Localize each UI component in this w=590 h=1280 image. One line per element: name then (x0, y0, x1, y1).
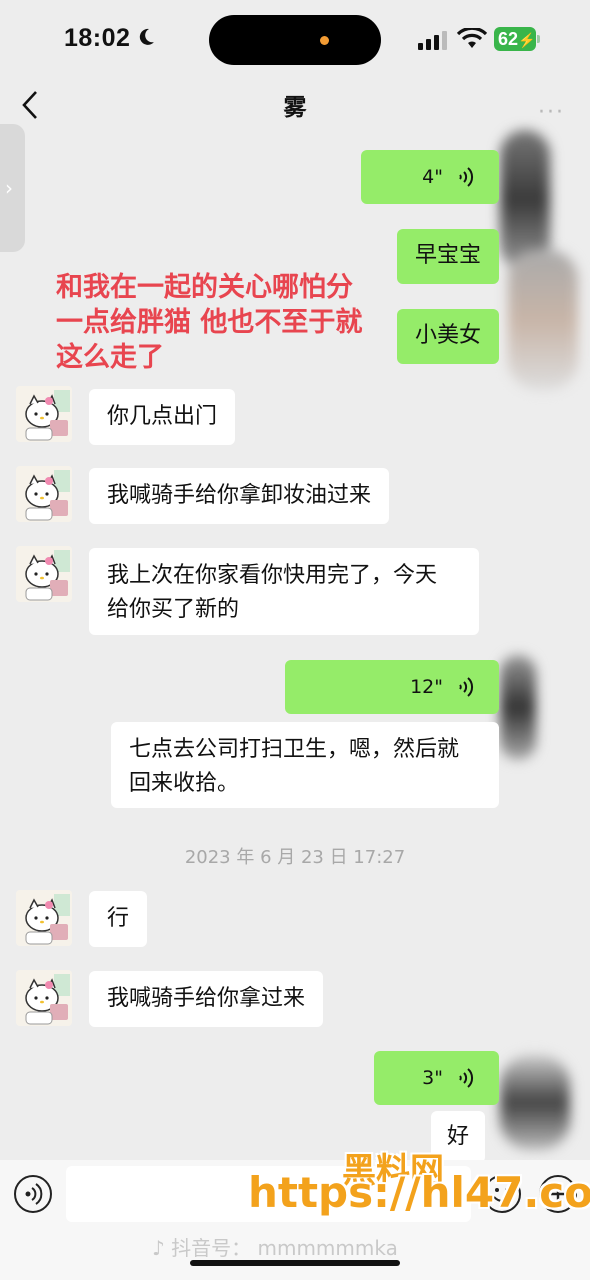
dynamic-island (209, 15, 381, 65)
voice-wave-icon (459, 1068, 474, 1088)
voice-wave-icon (459, 677, 474, 697)
blurred-avatar (500, 655, 536, 760)
hello-kitty-avatar-icon (16, 970, 72, 1026)
charging-bolt-icon: ⚡ (518, 32, 536, 48)
status-time: 18:02 (64, 24, 131, 52)
chevron-right-icon: › (5, 176, 13, 200)
contact-avatar[interactable] (16, 546, 72, 602)
hello-kitty-avatar-icon (16, 546, 72, 602)
message-line: 我上次在你家看你快用完了，今天 (107, 563, 438, 588)
contact-avatar[interactable] (16, 386, 72, 442)
contact-avatar[interactable] (16, 970, 72, 1026)
message-bubble-received[interactable]: 行 (89, 891, 148, 947)
voice-wave-icon (459, 167, 474, 187)
voice-wave-icon (25, 1183, 43, 1205)
side-drawer-handle[interactable]: › (0, 124, 25, 252)
hello-kitty-avatar-icon (16, 386, 72, 442)
home-indicator (190, 1260, 400, 1266)
tiktok-icon: ♪ (152, 1236, 172, 1260)
transcript-line: 回来收拾。 (129, 771, 240, 796)
overlay-caption: 和我在一起的关心哪怕分 一点给胖猫 他也不至于就 这么走了 (56, 270, 406, 375)
message-bubble-received[interactable]: 我喊骑手给你拿卸妆油过来 (89, 468, 390, 524)
more-options-button[interactable]: ··· (538, 100, 565, 125)
cellular-signal-icon (418, 31, 447, 50)
hello-kitty-avatar-icon (16, 890, 72, 946)
message-bubble-received[interactable]: 我喊骑手给你拿过来 (89, 971, 324, 1027)
blurred-avatar (500, 1055, 570, 1150)
voice-transcript[interactable]: 七点去公司打扫卫生，嗯，然后就 回来收拾。 (111, 722, 499, 808)
hello-kitty-avatar-icon (16, 466, 72, 522)
voice-duration: 3" (422, 1067, 443, 1089)
caption-line: 一点给胖猫 他也不至于就 (56, 307, 363, 338)
voice-duration: 4" (422, 166, 443, 188)
blurred-avatar (500, 130, 550, 270)
message-bubble-sent[interactable]: 早宝宝 (397, 229, 500, 284)
blurred-avatar (508, 250, 578, 390)
transcript-line: 七点去公司打扫卫生，嗯，然后就 (129, 737, 460, 762)
message-line: 给你买了新的 (107, 597, 240, 622)
message-bubble-received[interactable]: 你几点出门 (89, 389, 236, 445)
voice-message-sent[interactable]: 4" (361, 150, 499, 204)
caption-line: 和我在一起的关心哪怕分 (56, 272, 353, 303)
voice-input-button[interactable] (14, 1175, 52, 1213)
voice-message-sent[interactable]: 3" (374, 1051, 499, 1105)
voice-duration: 12" (410, 676, 443, 698)
recording-indicator-icon (320, 36, 329, 45)
contact-avatar[interactable] (16, 466, 72, 522)
message-bubble-received[interactable]: 我上次在你家看你快用完了，今天 给你买了新的 (89, 548, 479, 635)
voice-message-sent[interactable]: 12" (285, 660, 499, 714)
caption-line: 这么走了 (56, 342, 164, 373)
battery-indicator: 62⚡ (494, 27, 536, 51)
douyin-watermark: ♪ 抖音号： mmmmmmka (152, 1232, 398, 1261)
douyin-id: 抖音号： mmmmmmka (171, 1236, 398, 1260)
contact-avatar[interactable] (16, 890, 72, 946)
battery-cap (537, 35, 540, 43)
watermark-url: https://hl47.co (248, 1168, 590, 1217)
chat-timestamp: 2023 年 6 月 23 日 17:27 (184, 847, 406, 868)
message-bubble-sent[interactable]: 小美女 (397, 309, 500, 364)
wifi-icon (457, 28, 487, 48)
chat-title: 雾 (283, 95, 307, 121)
moon-icon (139, 28, 154, 45)
battery-level: 62 (498, 29, 519, 49)
